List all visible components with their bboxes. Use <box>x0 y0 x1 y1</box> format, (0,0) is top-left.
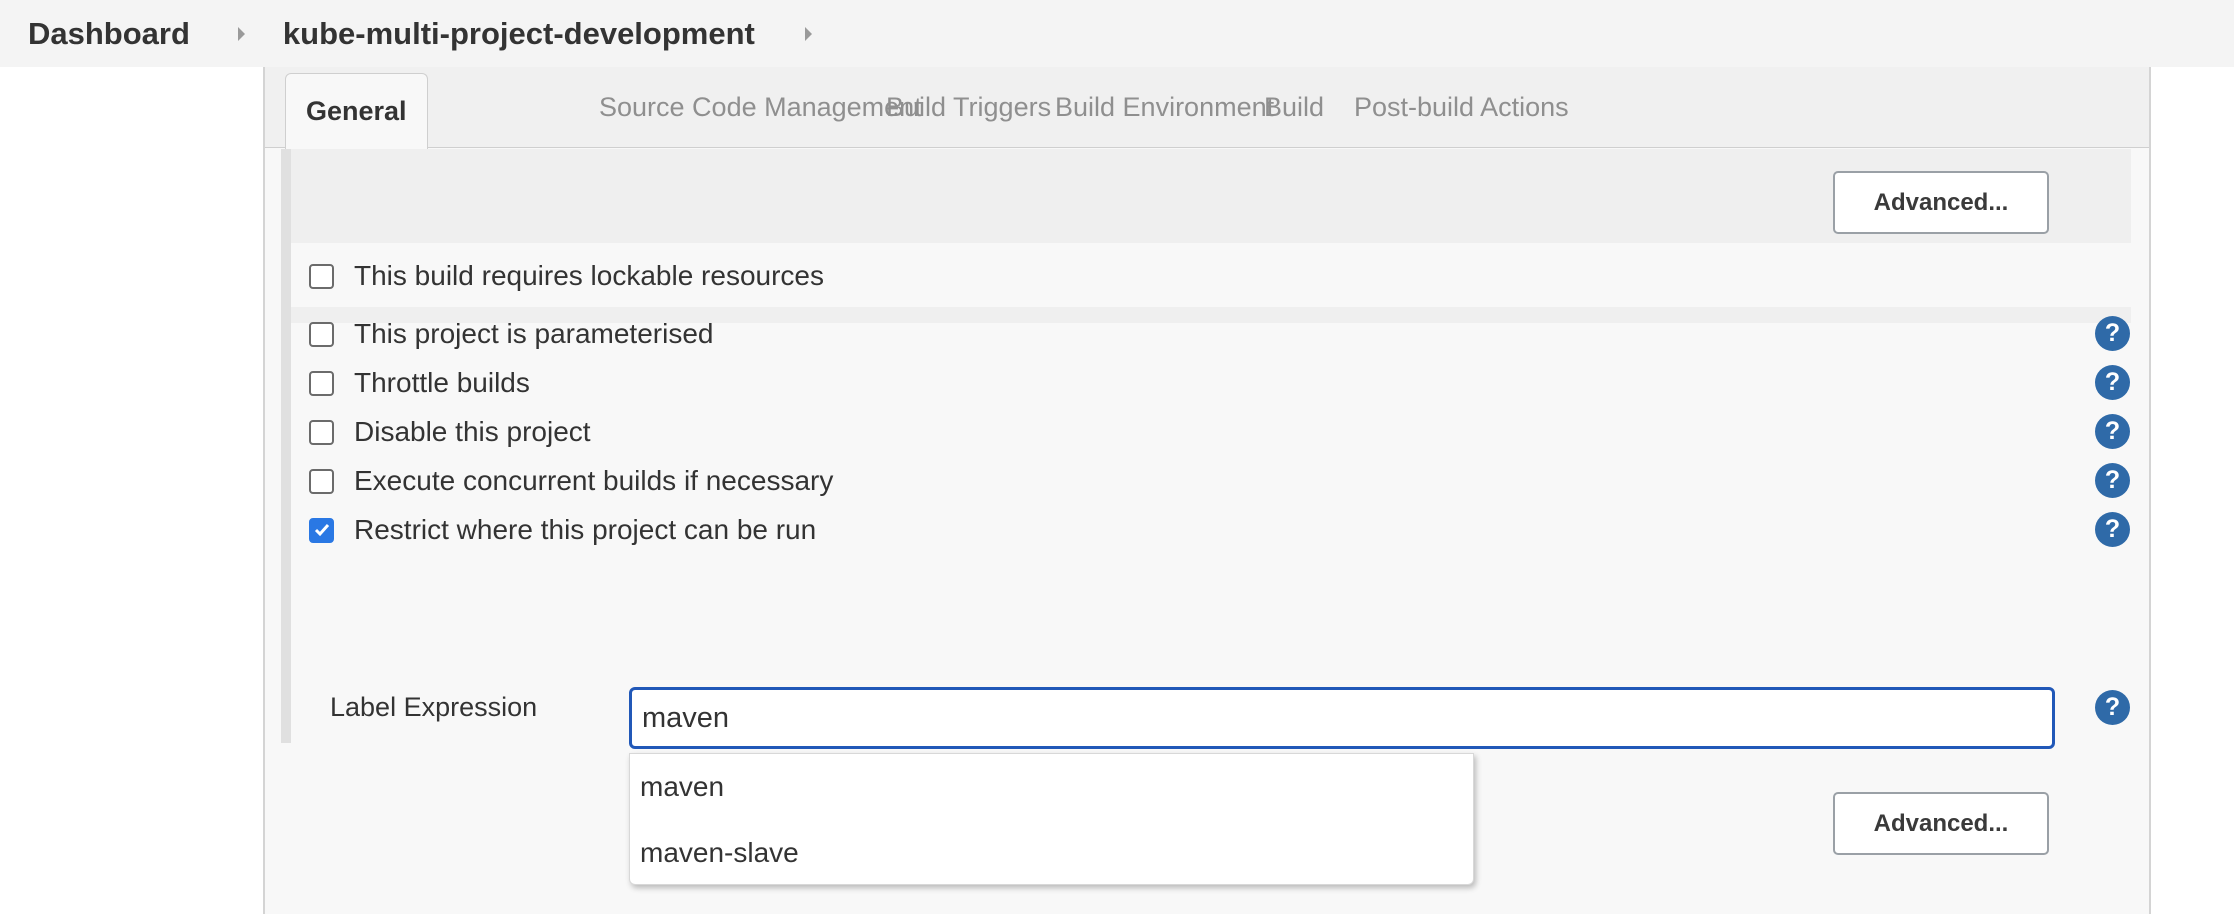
checkbox[interactable] <box>309 370 334 396</box>
option-concurrent-builds[interactable]: Execute concurrent builds if necessary <box>309 461 833 501</box>
option-label: This build requires lockable resources <box>354 260 824 291</box>
option-label: Disable this project <box>354 416 591 447</box>
help-icon[interactable]: ? <box>2095 463 2130 498</box>
section-indent-bar <box>281 149 291 743</box>
advanced-button-top[interactable]: Advanced... <box>1833 171 2049 234</box>
label-expression-label: Label Expression <box>330 692 538 722</box>
breadcrumb-dashboard[interactable]: Dashboard <box>28 16 190 52</box>
checkbox[interactable] <box>309 263 334 289</box>
option-throttle-builds[interactable]: Throttle builds <box>309 363 530 403</box>
chevron-right-icon <box>237 26 245 41</box>
breadcrumb: Dashboard kube-multi-project-development <box>0 0 2234 67</box>
option-label: Restrict where this project can be run <box>354 514 817 545</box>
option-label: Throttle builds <box>354 367 530 398</box>
tab-build-triggers[interactable]: Build Triggers <box>886 67 1051 148</box>
help-icon[interactable]: ? <box>2095 512 2130 547</box>
config-panel: General Source Code Management Build Tri… <box>263 67 2151 914</box>
tab-source-code-management[interactable]: Source Code Management <box>599 67 922 148</box>
checkbox[interactable] <box>309 321 334 347</box>
tab-build-environment[interactable]: Build Environment <box>1055 67 1274 148</box>
autocomplete-dropdown: maven maven-slave <box>629 753 1474 885</box>
label-expression-input[interactable] <box>629 687 2055 749</box>
help-icon[interactable]: ? <box>2095 365 2130 400</box>
option-lockable-resources[interactable]: This build requires lockable resources <box>309 256 824 296</box>
advanced-button-bottom[interactable]: Advanced... <box>1833 792 2049 855</box>
option-label: Execute concurrent builds if necessary <box>354 465 834 496</box>
breadcrumb-project[interactable]: kube-multi-project-development <box>283 16 755 52</box>
tab-post-build-actions[interactable]: Post-build Actions <box>1354 67 1569 148</box>
suggestion-item[interactable]: maven <box>630 754 1473 820</box>
help-icon[interactable]: ? <box>2095 316 2130 351</box>
checkbox-checked[interactable] <box>309 517 334 543</box>
tab-general[interactable]: General <box>285 73 428 149</box>
option-label: This project is parameterised <box>354 318 714 349</box>
checkbox[interactable] <box>309 468 334 494</box>
option-disable-project[interactable]: Disable this project <box>309 412 591 452</box>
help-icon[interactable]: ? <box>2095 414 2130 449</box>
option-restrict-where-run[interactable]: Restrict where this project can be run <box>309 510 816 550</box>
option-parameterised[interactable]: This project is parameterised <box>309 314 713 354</box>
tab-build[interactable]: Build <box>1264 67 1324 148</box>
config-tabbar: General Source Code Management Build Tri… <box>265 67 2149 149</box>
help-icon[interactable]: ? <box>2095 690 2130 725</box>
chevron-right-icon[interactable] <box>804 26 812 41</box>
checkbox[interactable] <box>309 419 334 445</box>
suggestion-item[interactable]: maven-slave <box>630 820 1473 886</box>
